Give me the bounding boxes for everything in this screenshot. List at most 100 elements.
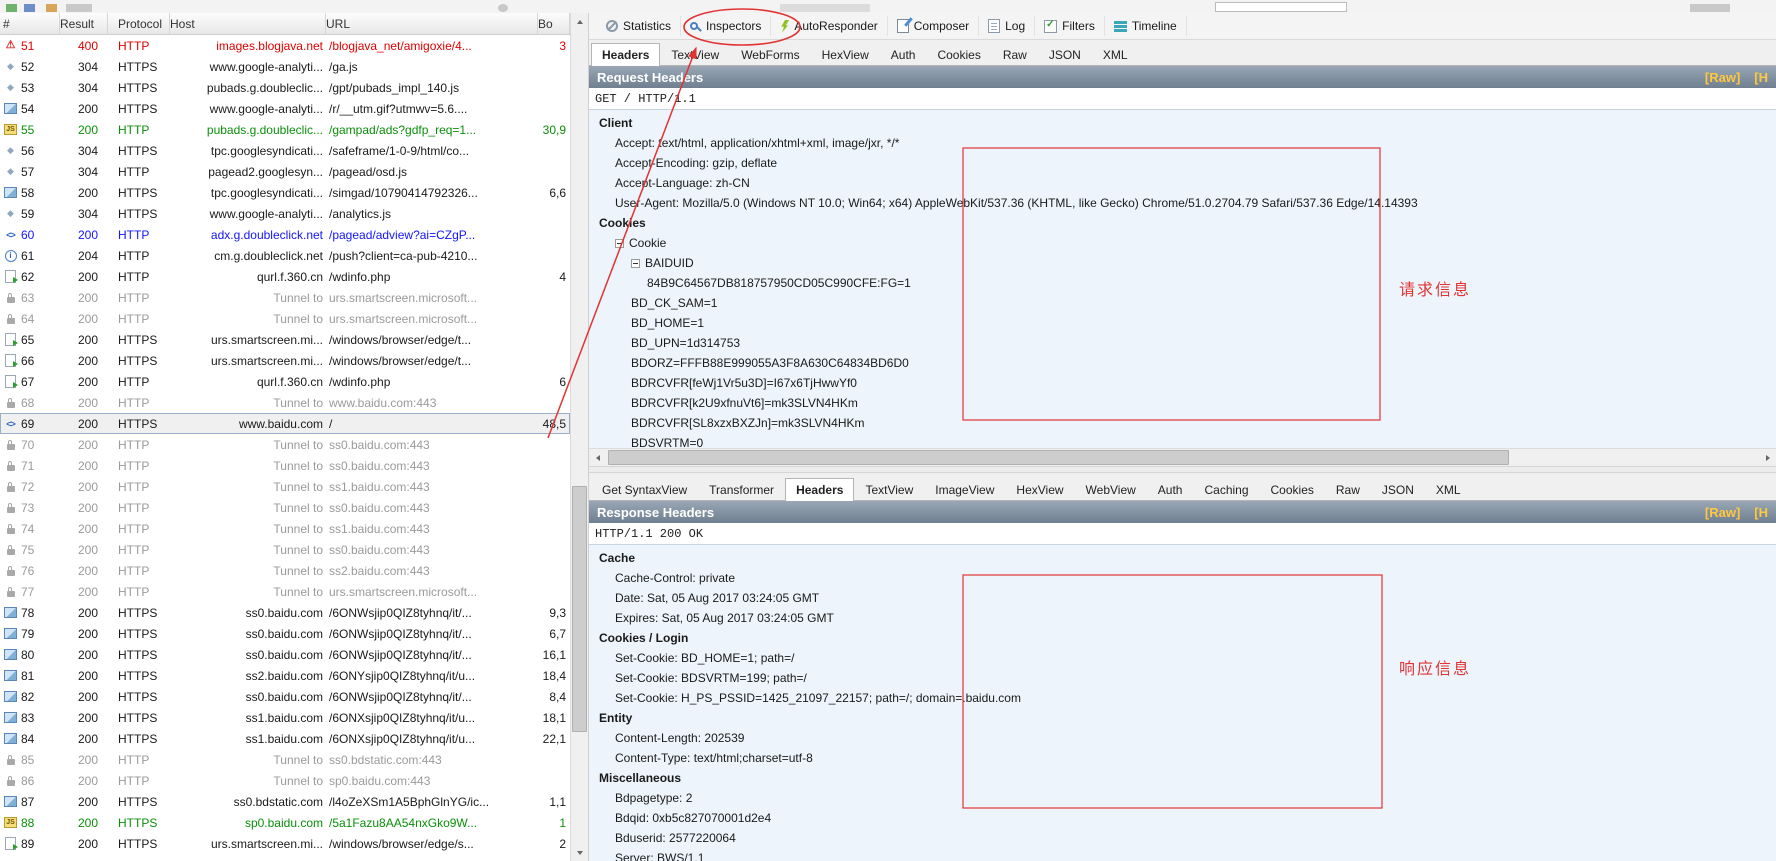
scroll-right-button[interactable] — [1759, 449, 1776, 466]
session-row[interactable]: 66200HTTPSurs.smartscreen.mi.../windows/… — [0, 350, 570, 371]
scrollbar-thumb[interactable] — [608, 450, 1509, 465]
collapse-toggle-icon[interactable] — [615, 239, 624, 248]
request-header-line: Client — [593, 113, 1776, 133]
session-row[interactable]: ◆52304HTTPSwww.google-analyti.../ga.js — [0, 56, 570, 77]
session-row[interactable]: JS88200HTTPSsp0.baidu.com/5a1Fazu8AA54nx… — [0, 812, 570, 833]
pane-splitter[interactable] — [589, 466, 1776, 473]
request-horizontal-scrollbar[interactable] — [589, 448, 1776, 466]
session-row[interactable]: 72200HTTPTunnel toss1.baidu.com:443 — [0, 476, 570, 497]
column-header-result[interactable]: Result — [60, 13, 108, 34]
session-list-header[interactable]: # Result Protocol Host URL Bo — [0, 13, 570, 35]
column-header-url[interactable]: URL — [326, 13, 538, 34]
toolbar-item-statistics[interactable]: Statistics — [597, 16, 681, 36]
request-tab-cookies[interactable]: Cookies — [926, 43, 991, 65]
session-row[interactable]: 68200HTTPTunnel towww.baidu.com:443 — [0, 392, 570, 413]
session-list-scrollbar[interactable] — [570, 13, 588, 861]
request-tab-webforms[interactable]: WebForms — [730, 43, 810, 65]
toolbar-item-filters[interactable]: Filters — [1035, 16, 1105, 36]
session-row[interactable]: 80200HTTPSss0.baidu.com/6ONWsjip0QIZ8tyh… — [0, 644, 570, 665]
session-row[interactable]: 62200HTTPqurl.f.360.cn/wdinfo.php4 — [0, 266, 570, 287]
request-tab-raw[interactable]: Raw — [992, 43, 1038, 65]
request-tab-headers[interactable]: Headers — [591, 43, 660, 66]
session-row[interactable]: 81200HTTPSss2.baidu.com/6ONYsjip0QIZ8tyh… — [0, 665, 570, 686]
column-header-number[interactable]: # — [0, 13, 60, 34]
session-row[interactable]: 65200HTTPSurs.smartscreen.mi.../windows/… — [0, 329, 570, 350]
session-row[interactable]: 86200HTTPTunnel tosp0.baidu.com:443 — [0, 770, 570, 791]
session-row[interactable]: 58200HTTPStpc.googlesyndicati.../simgad/… — [0, 182, 570, 203]
scroll-down-button[interactable] — [571, 844, 588, 861]
session-row[interactable]: 71200HTTPTunnel toss0.baidu.com:443 — [0, 455, 570, 476]
scroll-up-button[interactable] — [571, 13, 588, 30]
session-row[interactable]: 82200HTTPSss0.baidu.com/6ONWsjip0QIZ8tyh… — [0, 686, 570, 707]
column-header-host[interactable]: Host — [170, 13, 326, 34]
session-row[interactable]: 83200HTTPSss1.baidu.com/6ONXsjip0QIZ8tyh… — [0, 707, 570, 728]
session-row[interactable]: 75200HTTPTunnel toss0.baidu.com:443 — [0, 539, 570, 560]
request-tab-json[interactable]: JSON — [1038, 43, 1092, 65]
session-row[interactable]: 87200HTTPSss0.bdstatic.com/l4oZeXSm1A5Bp… — [0, 791, 570, 812]
request-tab-hexview[interactable]: HexView — [811, 43, 880, 65]
response-tab-auth[interactable]: Auth — [1147, 478, 1194, 500]
request-raw-link[interactable]: [Raw] — [1705, 70, 1740, 85]
response-tab-get-syntaxview[interactable]: Get SyntaxView — [591, 478, 698, 500]
toolbar-item-composer[interactable]: Composer — [888, 16, 979, 36]
response-tab-raw[interactable]: Raw — [1325, 478, 1371, 500]
response-tab-cookies[interactable]: Cookies — [1260, 478, 1325, 500]
session-cell-result: 304 — [60, 60, 108, 74]
scrollbar-track[interactable] — [571, 30, 588, 844]
request-tab-textview[interactable]: TextView — [660, 43, 730, 65]
session-row[interactable]: i61204HTTPcm.g.doubleclick.net/push?clie… — [0, 245, 570, 266]
session-row[interactable]: ◆56304HTTPStpc.googlesyndicati.../safefr… — [0, 140, 570, 161]
scrollbar-thumb[interactable] — [572, 486, 587, 732]
response-tab-headers[interactable]: Headers — [785, 478, 854, 501]
session-row[interactable]: 79200HTTPSss0.baidu.com/6ONWsjip0QIZ8tyh… — [0, 623, 570, 644]
session-row[interactable]: 78200HTTPSss0.baidu.com/6ONWsjip0QIZ8tyh… — [0, 602, 570, 623]
response-tab-json[interactable]: JSON — [1371, 478, 1425, 500]
collapse-toggle-icon[interactable] — [631, 259, 640, 268]
request-tab-xml[interactable]: XML — [1092, 43, 1139, 65]
session-cell-protocol: HTTP — [108, 774, 170, 788]
toolbar-item-log[interactable]: Log — [979, 16, 1035, 36]
session-row[interactable]: JS55200HTTPpubads.g.doubleclic.../gampad… — [0, 119, 570, 140]
session-row[interactable]: ◆53304HTTPSpubads.g.doubleclic.../gpt/pu… — [0, 77, 570, 98]
response-tab-caching[interactable]: Caching — [1193, 478, 1259, 500]
session-row[interactable]: ⚠51400HTTPimages.blogjava.net/blogjava_n… — [0, 35, 570, 56]
request-tab-auth[interactable]: Auth — [880, 43, 927, 65]
response-tab-webview[interactable]: WebView — [1075, 478, 1147, 500]
session-row[interactable]: 84200HTTPSss1.baidu.com/6ONXsjip0QIZ8tyh… — [0, 728, 570, 749]
response-tab-xml[interactable]: XML — [1425, 478, 1472, 500]
lock-icon — [3, 438, 18, 452]
response-tab-transformer[interactable]: Transformer — [698, 478, 785, 500]
toolbar-item-inspectors[interactable]: Inspectors — [681, 16, 771, 36]
session-row[interactable]: 70200HTTPTunnel toss0.baidu.com:443 — [0, 434, 570, 455]
toolbar-item-autoresponder[interactable]: AutoResponder — [771, 16, 887, 36]
session-row[interactable]: 76200HTTPTunnel toss2.baidu.com:443 — [0, 560, 570, 581]
response-tab-imageview[interactable]: ImageView — [924, 478, 1005, 500]
request-headers-tree: ClientAccept: text/html, application/xht… — [589, 110, 1776, 448]
session-row[interactable]: 74200HTTPTunnel toss1.baidu.com:443 — [0, 518, 570, 539]
toolbar-item-timeline[interactable]: Timeline — [1105, 16, 1187, 36]
session-row[interactable]: 67200HTTPqurl.f.360.cn/wdinfo.php6 — [0, 371, 570, 392]
session-row[interactable]: 89200HTTPSurs.smartscreen.mi.../windows/… — [0, 833, 570, 854]
response-tab-textview[interactable]: TextView — [854, 478, 924, 500]
column-header-body[interactable]: Bo — [538, 13, 570, 34]
session-row[interactable]: <>60200HTTPadx.g.doubleclick.net/pagead/… — [0, 224, 570, 245]
session-row[interactable]: 64200HTTPTunnel tours.smartscreen.micros… — [0, 308, 570, 329]
session-cell-body: 18,1 — [538, 711, 570, 725]
session-row[interactable]: 85200HTTPTunnel toss0.bdstatic.com:443 — [0, 749, 570, 770]
session-row[interactable]: 63200HTTPTunnel tours.smartscreen.micros… — [0, 287, 570, 308]
response-header-text: Bdpagetype: 2 — [615, 791, 692, 805]
inspector-toolbar: StatisticsInspectorsAutoResponderCompose… — [589, 13, 1776, 40]
response-tab-hexview[interactable]: HexView — [1005, 478, 1074, 500]
session-row[interactable]: <>69200HTTPSwww.baidu.com/48,5 — [0, 413, 570, 434]
scrollbar-track[interactable] — [606, 449, 1759, 466]
session-row[interactable]: 54200HTTPSwww.google-analyti.../r/__utm.… — [0, 98, 570, 119]
session-row[interactable]: 73200HTTPTunnel toss0.baidu.com:443 — [0, 497, 570, 518]
session-row[interactable]: 77200HTTPTunnel tours.smartscreen.micros… — [0, 581, 570, 602]
session-row[interactable]: ◆57304HTTPpagead2.googlesyn.../pagead/os… — [0, 161, 570, 182]
request-header-definitions-link[interactable]: [H — [1754, 70, 1768, 85]
scroll-left-button[interactable] — [589, 449, 606, 466]
column-header-protocol[interactable]: Protocol — [108, 13, 170, 34]
session-row[interactable]: ◆59304HTTPSwww.google-analyti.../analyti… — [0, 203, 570, 224]
response-header-definitions-link[interactable]: [H — [1754, 505, 1768, 520]
response-raw-link[interactable]: [Raw] — [1705, 505, 1740, 520]
